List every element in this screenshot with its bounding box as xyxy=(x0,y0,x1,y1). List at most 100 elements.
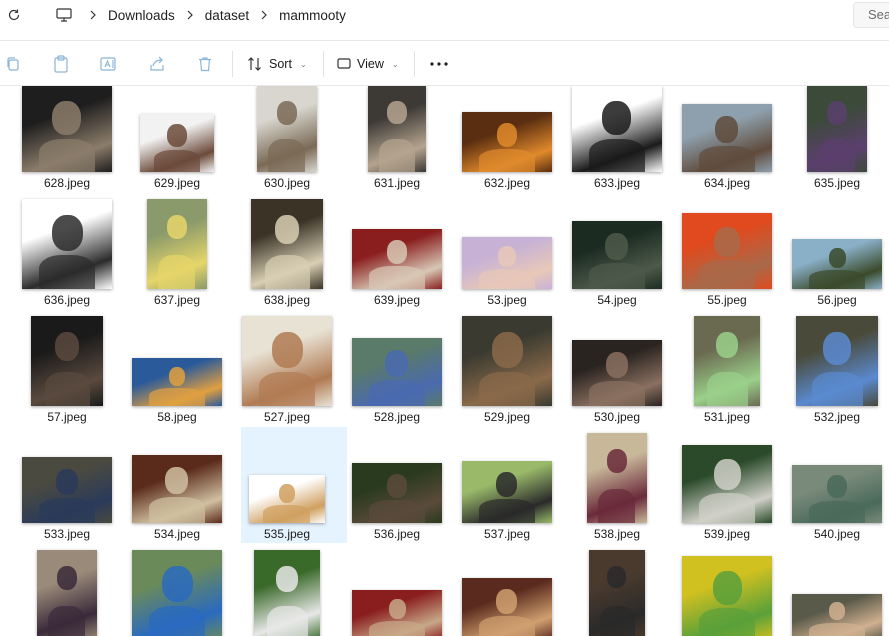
share-button[interactable] xyxy=(146,53,168,75)
image-thumbnail xyxy=(352,463,442,523)
breadcrumb-dataset[interactable]: dataset xyxy=(202,8,252,23)
portrait-silhouette xyxy=(56,469,78,495)
file-tile[interactable]: 635.jpeg xyxy=(785,86,889,198)
more-options-button[interactable] xyxy=(428,53,450,75)
chevron-right-icon[interactable] xyxy=(81,10,105,20)
breadcrumb-downloads[interactable]: Downloads xyxy=(105,8,178,23)
file-tile[interactable]: 535.jpeg xyxy=(235,437,339,549)
file-tile[interactable] xyxy=(345,554,449,636)
share-icon xyxy=(150,56,164,71)
portrait-silhouette xyxy=(52,101,81,135)
portrait-shoulders xyxy=(265,255,310,289)
file-tile[interactable] xyxy=(785,554,889,636)
file-tile[interactable]: 532.jpeg xyxy=(785,316,889,432)
view-button[interactable]: View ⌄ xyxy=(337,52,399,76)
thumbnail-frame xyxy=(235,550,339,636)
refresh-button[interactable] xyxy=(2,3,26,27)
breadcrumb-mammooty[interactable]: mammooty xyxy=(276,8,349,23)
thumbnail-frame xyxy=(125,316,229,406)
thumbnail-frame xyxy=(785,199,889,289)
file-tile[interactable]: 57.jpeg xyxy=(15,316,119,432)
search-input[interactable]: Sea xyxy=(853,2,889,28)
thumbnail-frame xyxy=(15,199,119,289)
portrait-shoulders xyxy=(699,493,755,523)
file-tile[interactable] xyxy=(125,550,229,636)
portrait-silhouette xyxy=(277,101,297,125)
portrait-shoulders xyxy=(149,388,205,406)
file-name-label: 630.jpeg xyxy=(263,176,311,190)
rename-button[interactable] xyxy=(98,53,120,75)
file-name-label: 530.jpeg xyxy=(593,410,641,424)
file-tile[interactable]: 538.jpeg xyxy=(565,433,669,549)
file-tile[interactable]: 634.jpeg xyxy=(675,86,779,198)
file-tile[interactable]: 629.jpeg xyxy=(125,86,229,198)
divider xyxy=(323,51,324,77)
file-tile[interactable]: 58.jpeg xyxy=(125,320,229,432)
image-thumbnail xyxy=(589,550,645,636)
file-tile[interactable]: 636.jpeg xyxy=(15,199,119,315)
thumbnail-frame xyxy=(455,550,559,636)
file-tile[interactable]: 630.jpeg xyxy=(235,86,339,198)
image-thumbnail xyxy=(147,199,207,289)
file-name-label: 534.jpeg xyxy=(153,527,201,541)
thumbnail-frame xyxy=(15,316,119,406)
file-tile[interactable]: 534.jpeg xyxy=(125,437,229,549)
file-tile[interactable]: 530.jpeg xyxy=(565,320,669,432)
file-tile[interactable]: 638.jpeg xyxy=(235,199,339,315)
portrait-silhouette xyxy=(606,352,628,378)
divider xyxy=(232,51,233,77)
portrait-shoulders xyxy=(809,501,865,523)
portrait-shoulders xyxy=(809,623,865,636)
file-tile[interactable] xyxy=(675,554,779,636)
image-thumbnail xyxy=(251,199,323,289)
chevron-right-icon[interactable] xyxy=(178,10,202,20)
thumbnail-frame xyxy=(565,199,669,289)
portrait-shoulders xyxy=(479,616,535,636)
file-tile[interactable]: 531.jpeg xyxy=(675,316,779,432)
file-tile[interactable]: 528.jpeg xyxy=(345,320,449,432)
thumbnail-frame xyxy=(455,86,559,172)
file-tile[interactable]: 537.jpeg xyxy=(455,437,559,549)
portrait-shoulders xyxy=(267,606,308,636)
image-thumbnail xyxy=(807,86,867,172)
file-tile[interactable]: 529.jpeg xyxy=(455,316,559,432)
file-tile[interactable]: 637.jpeg xyxy=(125,199,229,315)
image-thumbnail xyxy=(132,358,222,406)
file-tile[interactable]: 527.jpeg xyxy=(235,316,339,432)
file-tile[interactable]: 639.jpeg xyxy=(345,203,449,315)
image-thumbnail xyxy=(368,86,426,172)
paste-button[interactable] xyxy=(50,53,72,75)
portrait-silhouette xyxy=(829,602,845,620)
view-icon xyxy=(337,58,351,69)
file-tile[interactable]: 633.jpeg xyxy=(565,86,669,198)
file-tile[interactable]: 533.jpeg xyxy=(15,437,119,549)
delete-button[interactable] xyxy=(194,53,216,75)
file-tile[interactable]: 53.jpeg xyxy=(455,203,559,315)
portrait-silhouette xyxy=(167,124,187,147)
file-tile[interactable]: 540.jpeg xyxy=(785,437,889,549)
image-thumbnail xyxy=(682,556,772,636)
file-tile[interactable]: 54.jpeg xyxy=(565,203,669,315)
file-tile[interactable]: 55.jpeg xyxy=(675,203,779,315)
image-thumbnail xyxy=(352,338,442,406)
chevron-right-icon[interactable] xyxy=(252,10,276,20)
file-tile[interactable] xyxy=(455,554,559,636)
file-tile[interactable] xyxy=(235,550,339,636)
file-tile[interactable]: 539.jpeg xyxy=(675,437,779,549)
copy-button[interactable] xyxy=(2,53,24,75)
portrait-silhouette xyxy=(496,472,517,497)
file-tile[interactable]: 536.jpeg xyxy=(345,437,449,549)
portrait-silhouette xyxy=(57,566,77,590)
portrait-silhouette xyxy=(715,116,738,143)
image-thumbnail xyxy=(22,199,112,289)
file-tile[interactable]: 628.jpeg xyxy=(15,86,119,198)
file-tile[interactable] xyxy=(565,550,669,636)
sort-button[interactable]: Sort ⌄ xyxy=(247,52,307,76)
file-tile[interactable]: 632.jpeg xyxy=(455,86,559,198)
file-tile[interactable]: 631.jpeg xyxy=(345,86,449,198)
file-tile[interactable]: 56.jpeg xyxy=(785,203,889,315)
file-tile[interactable] xyxy=(15,550,119,636)
portrait-silhouette xyxy=(497,123,517,147)
portrait-shoulders xyxy=(589,139,645,172)
portrait-silhouette xyxy=(714,459,741,490)
